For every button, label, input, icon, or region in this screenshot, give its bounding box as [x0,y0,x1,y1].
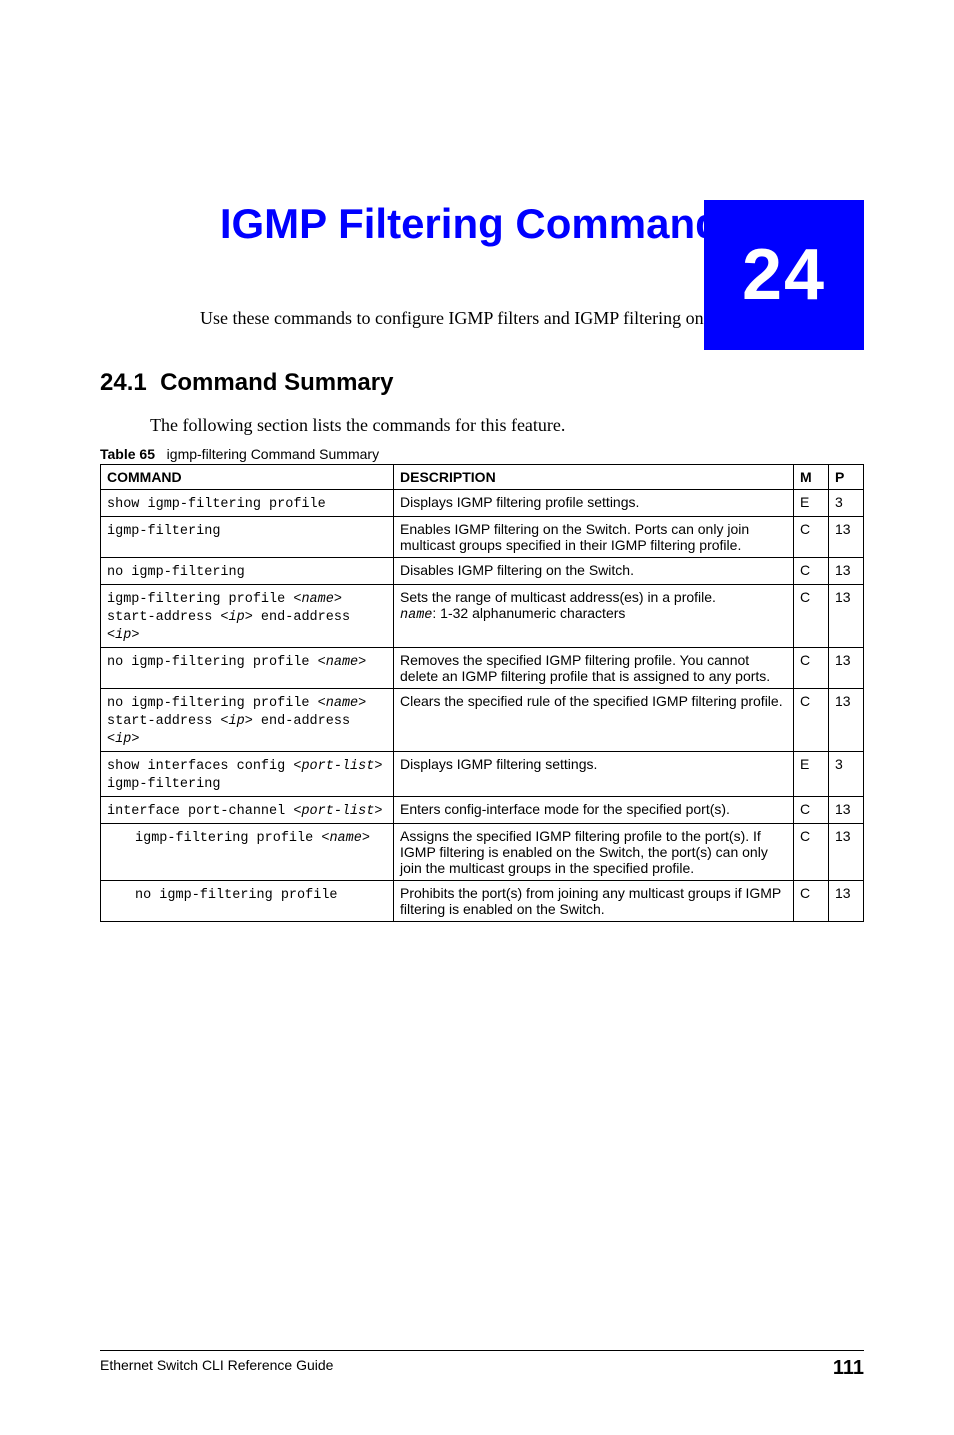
table-caption-text: igmp-filtering Command Summary [167,446,379,462]
cell-description: Clears the specified rule of the specifi… [394,689,794,752]
table-row: igmp-filtering profile <name> start-addr… [101,585,864,648]
cell-description: Removes the specified IGMP filtering pro… [394,648,794,689]
table-row: no igmp-filteringDisables IGMP filtering… [101,558,864,585]
table-row: show igmp-filtering profileDisplays IGMP… [101,490,864,517]
cell-command: igmp-filtering profile <name> [101,824,394,881]
cell-command: no igmp-filtering [101,558,394,585]
command-summary-table: COMMAND DESCRIPTION M P show igmp-filter… [100,464,864,922]
table-header-row: COMMAND DESCRIPTION M P [101,465,864,490]
section-heading: 24.1 Command Summary [100,369,864,397]
cell-description: Assigns the specified IGMP filtering pro… [394,824,794,881]
cell-p: 13 [829,517,864,558]
cell-p: 13 [829,797,864,824]
cell-m: C [794,824,829,881]
table-caption: Table 65 igmp-filtering Command Summary [100,446,864,462]
footer-page-number: 111 [833,1357,864,1380]
cell-m: C [794,517,829,558]
cell-m: E [794,490,829,517]
cell-description: Displays IGMP filtering profile settings… [394,490,794,517]
cell-command: no igmp-filtering profile [101,881,394,922]
table-row: no igmp-filtering profileProhibits the p… [101,881,864,922]
cell-description: Sets the range of multicast address(es) … [394,585,794,648]
cell-m: C [794,648,829,689]
table-row: interface port-channel <port-list>Enters… [101,797,864,824]
cell-command: show interfaces config <port-list> igmp-… [101,752,394,797]
cell-description: Enters config-interface mode for the spe… [394,797,794,824]
cell-description: Enables IGMP filtering on the Switch. Po… [394,517,794,558]
section-number: 24.1 [100,369,147,396]
cell-m: C [794,797,829,824]
footer-left: Ethernet Switch CLI Reference Guide [100,1357,333,1380]
section-text: The following section lists the commands… [150,415,864,436]
section-title: Command Summary [160,369,393,396]
table-row: igmp-filtering profile <name>Assigns the… [101,824,864,881]
cell-command: igmp-filtering profile <name> start-addr… [101,585,394,648]
cell-m: C [794,689,829,752]
cell-p: 13 [829,881,864,922]
cell-description: Prohibits the port(s) from joining any m… [394,881,794,922]
table-row: no igmp-filtering profile <name>Removes … [101,648,864,689]
page-footer: Ethernet Switch CLI Reference Guide 111 [100,1350,864,1380]
cell-command: no igmp-filtering profile <name> start-a… [101,689,394,752]
table-row: igmp-filteringEnables IGMP filtering on … [101,517,864,558]
chapter-number-box: 24 [704,200,864,350]
cell-command: no igmp-filtering profile <name> [101,648,394,689]
table-row: no igmp-filtering profile <name> start-a… [101,689,864,752]
cell-m: C [794,585,829,648]
cell-p: 13 [829,558,864,585]
header-m: M [794,465,829,490]
header-p: P [829,465,864,490]
table-label: Table 65 [100,446,155,462]
cell-command: show igmp-filtering profile [101,490,394,517]
header-command: COMMAND [101,465,394,490]
table-row: show interfaces config <port-list> igmp-… [101,752,864,797]
cell-command: interface port-channel <port-list> [101,797,394,824]
chapter-number: 24 [742,234,826,316]
cell-p: 13 [829,824,864,881]
cell-p: 13 [829,648,864,689]
cell-p: 13 [829,585,864,648]
cell-m: E [794,752,829,797]
cell-p: 3 [829,490,864,517]
cell-description: Disables IGMP filtering on the Switch. [394,558,794,585]
cell-description: Displays IGMP filtering settings. [394,752,794,797]
header-description: DESCRIPTION [394,465,794,490]
cell-m: C [794,558,829,585]
cell-m: C [794,881,829,922]
cell-command: igmp-filtering [101,517,394,558]
cell-p: 3 [829,752,864,797]
cell-p: 13 [829,689,864,752]
